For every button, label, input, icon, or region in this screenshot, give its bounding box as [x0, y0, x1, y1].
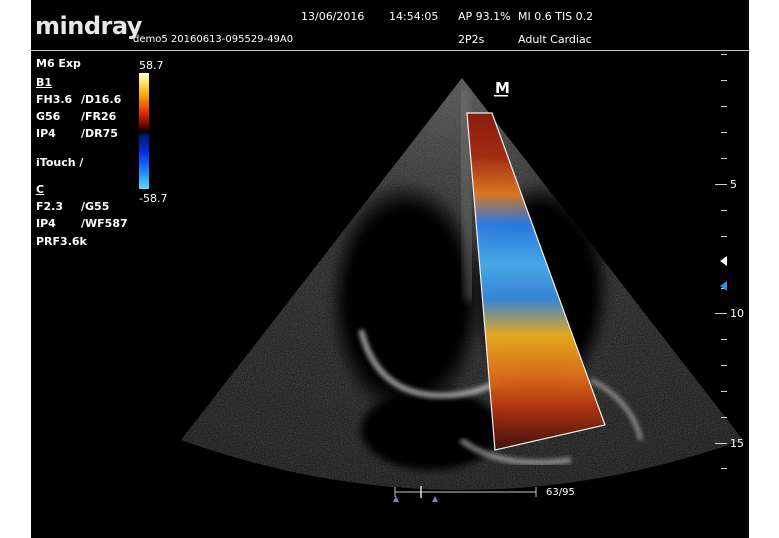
focus-marker-icon	[720, 256, 727, 266]
b-param-a-3: IP4	[36, 127, 56, 140]
cine-frame-counter: 63/95	[546, 487, 575, 498]
color-box-marker-icon	[720, 281, 727, 291]
c-param-a-1: F2.3	[36, 200, 64, 213]
b-param-b-3: /DR75	[81, 127, 118, 140]
c-param-a-2: IP4	[36, 217, 56, 230]
b-param-a-2: G56	[36, 110, 61, 123]
orientation-marker: M	[495, 79, 510, 97]
color-scale-min: -58.7	[139, 192, 168, 205]
depth-label-10: 10	[730, 307, 744, 320]
b-param-a-1: FH3.6	[36, 93, 73, 106]
prf-readout: PRF3.6k	[36, 235, 87, 248]
c-mode-label: C	[36, 183, 45, 196]
ultrasound-screen: mindray demo5 20160613-095529-49A0 13/06…	[31, 0, 749, 538]
b-mode-label: B1	[36, 76, 53, 89]
color-scale-bar	[139, 73, 149, 189]
atrium-region	[361, 390, 501, 470]
depth-label-5: 5	[730, 178, 737, 191]
itouch-label: iTouch /	[36, 156, 84, 169]
b-param-b-2: /FR26	[81, 110, 117, 123]
color-scale-max: 58.7	[139, 59, 164, 72]
b-param-b-1: /D16.6	[81, 93, 122, 106]
depth-label-15: 15	[730, 437, 744, 450]
mode-label: M6 Exp	[36, 57, 81, 70]
c-param-b-2: /WF587	[81, 217, 128, 230]
c-param-b-1: /G55	[81, 200, 110, 213]
